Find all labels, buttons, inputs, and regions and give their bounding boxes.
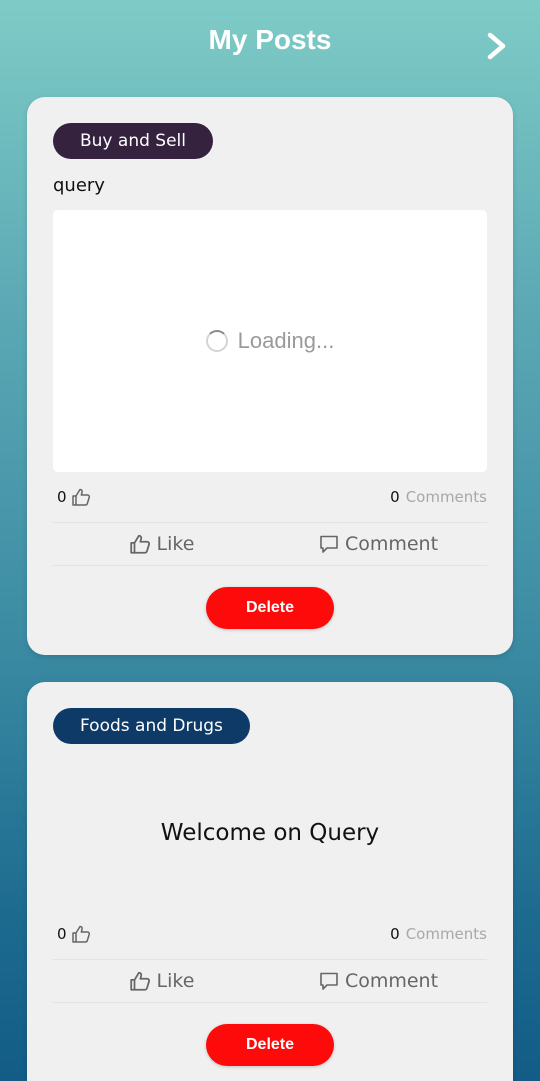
loading-indicator: Loading... xyxy=(53,328,487,354)
comment-button[interactable]: Comment xyxy=(270,533,487,555)
comment-count-label: Comments xyxy=(405,488,487,506)
page-title: My Posts xyxy=(208,24,332,55)
like-count: 0 xyxy=(57,488,91,506)
spinner-icon xyxy=(205,330,228,352)
post-card: Buy and Sell query Loading... 0 0 Commen… xyxy=(27,97,513,655)
comment-icon xyxy=(319,534,339,554)
delete-button[interactable]: Delete xyxy=(206,1024,334,1066)
comment-count: 0 Comments xyxy=(390,488,487,506)
post-actions: Like Comment xyxy=(53,522,487,566)
comment-button[interactable]: Comment xyxy=(270,970,487,992)
post-text: Welcome on Query xyxy=(160,820,380,846)
thumbs-up-icon xyxy=(71,925,91,943)
like-count: 0 xyxy=(57,925,91,943)
thumbs-up-icon xyxy=(129,534,151,554)
post-card: Foods and Drugs Welcome on Query 0 0 Com… xyxy=(27,682,513,1081)
loading-text: Loading... xyxy=(237,328,335,353)
post-stats: 0 0 Comments xyxy=(57,485,487,509)
delete-button[interactable]: Delete xyxy=(206,587,334,629)
chevron-right-icon[interactable] xyxy=(482,30,512,62)
like-count-value: 0 xyxy=(57,925,67,943)
post-actions: Like Comment xyxy=(53,959,487,1003)
comment-button-label: Comment xyxy=(344,970,439,992)
comment-button-label: Comment xyxy=(344,533,439,555)
like-button[interactable]: Like xyxy=(53,533,270,555)
post-media: Loading... xyxy=(53,210,487,472)
comment-count-value: 0 xyxy=(390,925,400,943)
post-text: query xyxy=(53,175,105,196)
like-count-value: 0 xyxy=(57,488,67,506)
post-stats: 0 0 Comments xyxy=(57,922,487,946)
comment-icon xyxy=(319,971,339,991)
comment-count: 0 Comments xyxy=(390,925,487,943)
comment-count-value: 0 xyxy=(390,488,400,506)
like-button[interactable]: Like xyxy=(53,970,270,992)
app-header: My Posts xyxy=(0,0,540,86)
like-button-label: Like xyxy=(156,533,195,555)
thumbs-up-icon xyxy=(129,971,151,991)
like-button-label: Like xyxy=(156,970,195,992)
category-badge[interactable]: Foods and Drugs xyxy=(53,708,250,744)
category-badge[interactable]: Buy and Sell xyxy=(53,123,213,159)
comment-count-label: Comments xyxy=(405,925,487,943)
thumbs-up-icon xyxy=(71,488,91,506)
